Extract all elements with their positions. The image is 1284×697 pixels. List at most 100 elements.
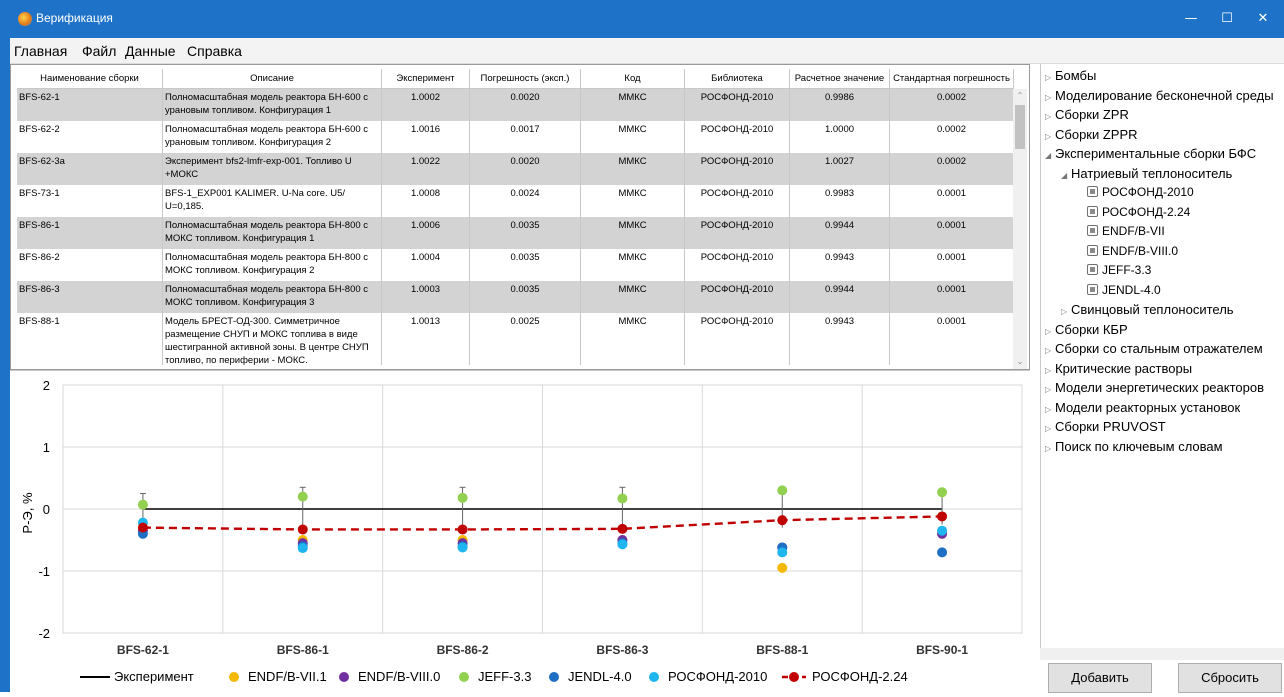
legend-label: JENDL-4.0	[568, 669, 632, 684]
collapsed-arrow-icon[interactable]: ▷	[1045, 112, 1055, 121]
table-row[interactable]: BFS-86-1 Полномасштабная модель реактора …	[17, 217, 1014, 249]
table-row[interactable]: BFS-62-1 Полномасштабная модель реактора …	[17, 89, 1014, 121]
col-header-name[interactable]: Наименование сборки	[17, 69, 163, 89]
tree-node[interactable]: ▷ Бомбы	[1045, 68, 1096, 83]
tree-node[interactable]: ▷ Модели энергетических реакторов	[1045, 380, 1264, 395]
cell-desc: Полномасштабная модель реактора БН-800 с…	[163, 217, 382, 249]
tree-node[interactable]: ▷ Поиск по ключевым словам	[1045, 439, 1223, 454]
cell-desc: Полномасштабная модель реактора БН-600 с…	[163, 89, 382, 121]
x-tick-label: BFS-88-1	[756, 643, 808, 657]
collapsed-arrow-icon[interactable]: ▷	[1045, 405, 1055, 414]
data-point	[777, 562, 788, 573]
cell-lib: РОСФОНД-2010	[685, 121, 790, 153]
data-point	[937, 511, 948, 522]
scroll-down-icon[interactable]: ⌄	[1013, 355, 1027, 369]
x-tick-label: BFS-86-1	[277, 643, 329, 657]
collapsed-arrow-icon[interactable]: ▷	[1045, 132, 1055, 141]
tree-node[interactable]: ▷ Сборки со стальным отражателем	[1045, 341, 1263, 356]
tree-node-label: Модели реакторных установок	[1055, 399, 1241, 415]
checkbox-icon[interactable]	[1087, 186, 1098, 197]
checkbox-icon[interactable]	[1087, 225, 1098, 236]
tree-node[interactable]: ▷ Критические растворы	[1045, 361, 1192, 376]
tree-node[interactable]: ◢ Экспериментальные сборки БФС	[1045, 146, 1256, 161]
minimize-button[interactable]: —	[1176, 8, 1206, 30]
x-tick-label: BFS-86-2	[437, 643, 489, 657]
reset-button[interactable]: Сбросить	[1178, 663, 1282, 693]
maximize-button[interactable]: ☐	[1212, 8, 1242, 30]
collapsed-arrow-icon[interactable]: ▷	[1061, 307, 1071, 316]
cell-desc: Модель БРЕСТ-ОД-300. Симметричное размещ…	[163, 313, 382, 365]
tree-leaf-library[interactable]: JENDL-4.0	[1087, 283, 1161, 297]
tree-leaf-library[interactable]: JEFF-3.3	[1087, 263, 1151, 277]
cell-code: ММКС	[581, 249, 685, 281]
legend-marker	[339, 672, 349, 682]
table-row[interactable]: BFS-62-3a Эксперимент bfs2-lmfr-exp-001. …	[17, 153, 1014, 185]
tree-horizontal-scrollbar[interactable]	[1040, 648, 1284, 660]
scroll-thumb[interactable]	[1015, 105, 1025, 149]
col-header-library[interactable]: Библиотека	[685, 69, 790, 89]
tree-node[interactable]: ▷ Сборки ZPPR	[1045, 127, 1138, 142]
collapsed-arrow-icon[interactable]: ▷	[1045, 73, 1055, 82]
collapsed-arrow-icon[interactable]: ▷	[1045, 327, 1055, 336]
cell-name: BFS-86-1	[17, 217, 163, 249]
expanded-arrow-icon[interactable]: ◢	[1061, 171, 1071, 180]
tree-node[interactable]: ▷ Модели реакторных установок	[1045, 400, 1240, 415]
cell-calc: 0.9944	[790, 281, 890, 313]
tree-node[interactable]: ▷ Сборки КБР	[1045, 322, 1128, 337]
cell-name: BFS-62-2	[17, 121, 163, 153]
menu-home[interactable]: Главная	[14, 43, 67, 59]
add-button[interactable]: Добавить	[1048, 663, 1152, 693]
tree-node[interactable]: ▷ Сборки ZPR	[1045, 107, 1129, 122]
tree-leaf-library[interactable]: РОСФОНД-2.24	[1087, 205, 1190, 219]
tree-node[interactable]: ▷ Сборки PRUVOST	[1045, 419, 1166, 434]
col-header-code[interactable]: Код	[581, 69, 685, 89]
expanded-arrow-icon[interactable]: ◢	[1045, 151, 1055, 160]
cell-calc: 0.9986	[790, 89, 890, 121]
scroll-up-icon[interactable]: ⌃	[1013, 89, 1027, 103]
deviation-chart: 2 1 0 -1 -2 Р-Э, % BFS-62-1 BFS-86-1 BFS-86-2 BFS…	[10, 370, 1030, 692]
table-row[interactable]: BFS-86-3 Полномасштабная модель реактора …	[17, 281, 1014, 313]
collapsed-arrow-icon[interactable]: ▷	[1045, 424, 1055, 433]
table-row[interactable]: BFS-62-2 Полномасштабная модель реактора …	[17, 121, 1014, 153]
legend-marker	[229, 672, 239, 682]
collapsed-arrow-icon[interactable]: ▷	[1045, 93, 1055, 102]
close-button[interactable]: ✕	[1248, 8, 1278, 30]
table-row[interactable]: BFS-86-2 Полномасштабная модель реактора …	[17, 249, 1014, 281]
menu-data[interactable]: Данные	[125, 43, 176, 59]
cell-name: BFS-88-1	[17, 313, 163, 365]
col-header-experiment[interactable]: Эксперимент	[382, 69, 470, 89]
window-title: Верификация	[36, 11, 113, 25]
collapsed-arrow-icon[interactable]: ▷	[1045, 444, 1055, 453]
tree-node[interactable]: ▷ Моделирование бесконечной среды	[1045, 88, 1274, 103]
checkbox-icon[interactable]	[1087, 244, 1098, 256]
legend-label: ENDF/B-VIII.0	[358, 669, 440, 684]
data-point	[937, 525, 948, 536]
tree-node[interactable]: ◢ Натриевый теплоноситель	[1061, 166, 1232, 181]
cell-exp: 1.0004	[382, 249, 470, 281]
cell-lib: РОСФОНД-2010	[685, 313, 790, 365]
collapsed-arrow-icon[interactable]: ▷	[1045, 366, 1055, 375]
tree-leaf-library[interactable]: РОСФОНД-2010	[1087, 185, 1194, 199]
checkbox-icon[interactable]	[1087, 264, 1098, 275]
col-header-description[interactable]: Описание	[163, 69, 382, 89]
col-header-std-error[interactable]: Стандартная погрешность	[890, 69, 1014, 89]
tree-leaf-library[interactable]: ENDF/B-VII	[1087, 224, 1165, 238]
table-row[interactable]: BFS-88-1 Модель БРЕСТ-ОД-300. Симметрично…	[17, 313, 1014, 365]
col-header-error[interactable]: Погрешность (эксп.)	[470, 69, 581, 89]
cell-lib: РОСФОНД-2010	[685, 153, 790, 185]
table-row[interactable]: BFS-73-1 BFS-1_EXP001 KALIMER. U-Na core.…	[17, 185, 1014, 217]
table-vertical-scrollbar[interactable]: ⌃ ⌄	[1013, 89, 1027, 369]
menu-help[interactable]: Справка	[187, 43, 242, 59]
cell-err: 0.0024	[470, 185, 581, 217]
tree-node[interactable]: ▷ Свинцовый теплоноситель	[1061, 302, 1234, 317]
col-header-calculated[interactable]: Расчетное значение	[790, 69, 890, 89]
checkbox-icon[interactable]	[1087, 283, 1098, 295]
cell-exp: 1.0002	[382, 89, 470, 121]
cell-code: ММКС	[581, 185, 685, 217]
tree-leaf-library[interactable]: ENDF/B-VIII.0	[1087, 244, 1178, 258]
cell-err: 0.0020	[470, 153, 581, 185]
checkbox-icon[interactable]	[1087, 205, 1098, 217]
collapsed-arrow-icon[interactable]: ▷	[1045, 346, 1055, 355]
collapsed-arrow-icon[interactable]: ▷	[1045, 385, 1055, 394]
menu-file[interactable]: Файл	[82, 43, 116, 59]
